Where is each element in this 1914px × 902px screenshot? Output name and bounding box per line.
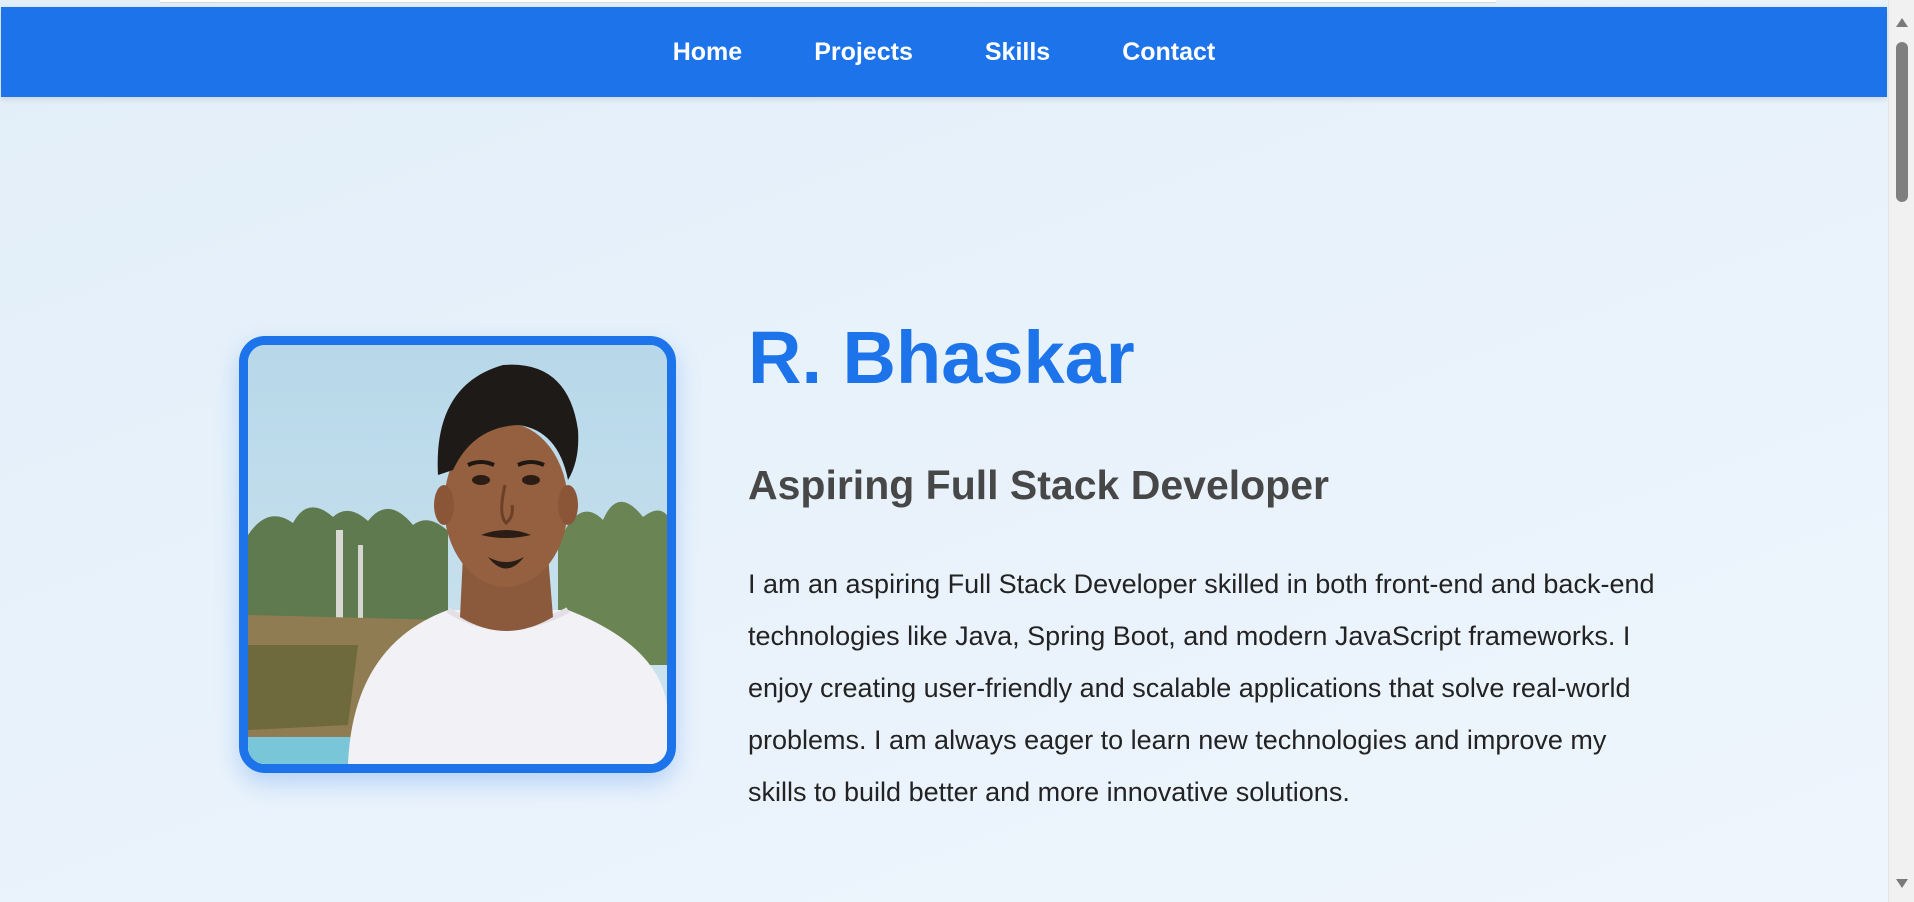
nav-link-projects[interactable]: Projects [814, 38, 913, 67]
nav-link-contact[interactable]: Contact [1122, 38, 1215, 67]
top-navbar: Home Projects Skills Contact [1, 7, 1887, 97]
vertical-scrollbar[interactable] [1888, 0, 1914, 902]
hero-name: R. Bhaskar [748, 316, 1135, 399]
scroll-down-arrow-icon[interactable] [1896, 879, 1908, 888]
browser-top-strip [160, 0, 1496, 3]
profile-photo-image [248, 345, 667, 764]
nav-link-home[interactable]: Home [673, 38, 742, 67]
profile-photo [239, 336, 676, 773]
hero-bio: I am an aspiring Full Stack Developer sk… [748, 569, 1655, 807]
page-viewport: Home Projects Skills Contact R. Bhaskar … [0, 0, 1888, 902]
scroll-up-arrow-icon[interactable] [1896, 18, 1908, 27]
scroll-thumb[interactable] [1896, 42, 1908, 202]
hero-role: Aspiring Full Stack Developer [748, 462, 1329, 508]
nav-link-skills[interactable]: Skills [985, 38, 1050, 67]
